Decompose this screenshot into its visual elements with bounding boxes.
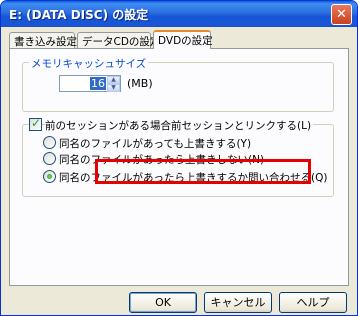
stepper-up-icon[interactable]: ▲ [107, 76, 120, 84]
tab-dvd-settings[interactable]: DVDの設定 [153, 30, 213, 49]
memory-cache-value[interactable]: 16 [90, 77, 106, 90]
memory-cache-group: メモリキャッシュサイズ 16 ▲ ▼ (MB) [22, 56, 334, 112]
window-title: E: (DATA DISC) の設定 [9, 8, 149, 22]
radio-ask-overwrite[interactable] [43, 170, 56, 183]
memory-cache-group-label: メモリキャッシュサイズ [29, 56, 149, 71]
radio-overwrite[interactable] [43, 136, 56, 149]
help-button[interactable]: ヘルプ [279, 292, 347, 313]
link-session-checkbox[interactable] [29, 116, 42, 131]
ok-button[interactable]: OK [129, 292, 197, 313]
tab-data-cd-settings[interactable]: データCDの設定 [77, 32, 160, 48]
memory-cache-stepper[interactable]: 16 ▲ ▼ [59, 75, 121, 92]
settings-dialog: E: (DATA DISC) の設定 ✕ 書き込み設定 データCDの設定 DVD… [0, 0, 358, 316]
memory-cache-unit: (MB) [127, 77, 153, 90]
radio-no-overwrite[interactable] [43, 152, 56, 165]
cancel-button[interactable]: キャンセル [204, 292, 272, 313]
title-bar[interactable]: E: (DATA DISC) の設定 ✕ [1, 1, 357, 27]
tab-write-settings[interactable]: 書き込み設定 [9, 32, 77, 48]
dvd-settings-panel: メモリキャッシュサイズ 16 ▲ ▼ (MB) 前のセッションがある場合前セッシ… [9, 48, 349, 286]
radio-overwrite-label[interactable]: 同名のファイルがあっても上書きする(Y) [59, 136, 251, 151]
close-button[interactable]: ✕ [331, 4, 352, 25]
stepper-buttons: ▲ ▼ [107, 76, 120, 92]
highlight-frame [95, 159, 311, 184]
link-session-label[interactable]: 前のセッションがある場合前セッションとリンクする(L) [45, 118, 314, 133]
stepper-down-icon[interactable]: ▼ [107, 84, 120, 92]
